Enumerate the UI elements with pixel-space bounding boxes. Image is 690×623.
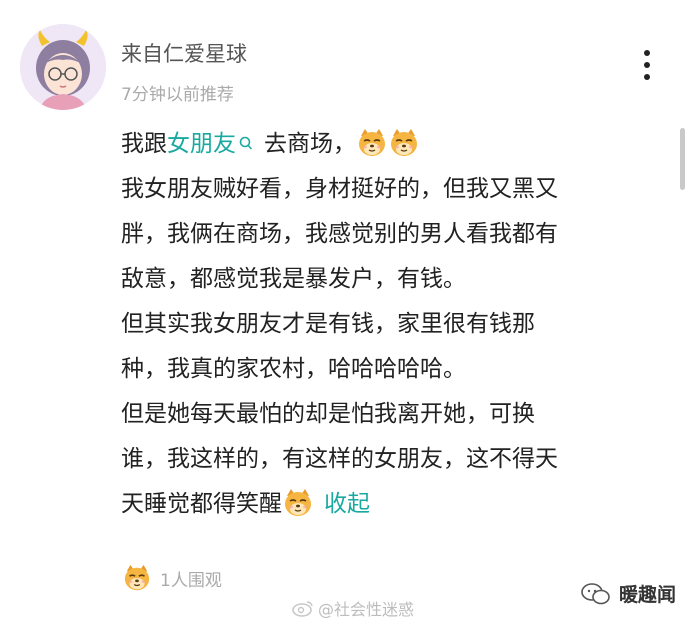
dog-face-emoji-icon — [356, 127, 388, 159]
weibo-watermark: @社会性迷惑 — [292, 596, 414, 620]
post-timestamp: 7分钟以前推荐 — [121, 85, 234, 105]
post-line: 种，我真的家农村，哈哈哈哈哈。 — [121, 347, 641, 392]
avatar[interactable] — [20, 24, 106, 110]
wechat-watermark: 暖趣闻 — [581, 580, 676, 607]
weibo-watermark-text: @社会性迷惑 — [318, 600, 415, 619]
more-options-icon[interactable] — [637, 50, 657, 86]
post-text: 但其实我女朋友才是有钱，家里很有钱那 — [121, 311, 535, 337]
post-text: 种，我真的家农村，哈哈哈哈哈。 — [121, 356, 466, 382]
post-content: 我跟女朋友 去商场， 我女朋友贼好看，身材挺好的，但我又黑又 胖，我俩在商场，我感… — [121, 122, 641, 527]
keyword-link[interactable]: 女朋友 — [167, 131, 236, 157]
post-line: 但是她每天最怕的却是怕我离开她，可换 — [121, 392, 641, 437]
wechat-watermark-text: 暖趣闻 — [619, 584, 677, 606]
dog-face-emoji-icon — [282, 487, 314, 519]
wechat-logo-icon — [581, 582, 610, 604]
post-text: 但是她每天最怕的却是怕我离开她，可换 — [121, 401, 535, 427]
weibo-logo-icon — [292, 601, 313, 617]
search-icon[interactable] — [238, 126, 254, 150]
scrollbar[interactable] — [680, 128, 685, 190]
avatar-girl-icon — [20, 24, 106, 110]
username[interactable]: 来自仁爱星球 — [121, 38, 247, 68]
post-line: 天睡觉都得笑醒 收起 — [121, 482, 641, 527]
post-text: 谁，我这样的，有这样的女朋友，这不得天 — [121, 446, 558, 472]
dog-face-emoji-icon — [122, 563, 152, 593]
post-text: 我女朋友贼好看，身材挺好的，但我又黑又 — [121, 176, 558, 202]
post-line: 我女朋友贼好看，身材挺好的，但我又黑又 — [121, 167, 641, 212]
collapse-button[interactable]: 收起 — [324, 491, 370, 517]
post-text: 我跟 — [121, 131, 167, 157]
dog-face-emoji-icon — [388, 127, 420, 159]
post-line: 我跟女朋友 去商场， — [121, 122, 641, 167]
post-line: 但其实我女朋友才是有钱，家里很有钱那 — [121, 302, 641, 347]
post-line: 谁，我这样的，有这样的女朋友，这不得天 — [121, 437, 641, 482]
post-text: 天睡觉都得笑醒 — [121, 491, 282, 517]
viewers-info: 1人围观 — [122, 562, 222, 594]
post-text: 胖，我俩在商场，我感觉别的男人看我都有 — [121, 221, 558, 247]
post-line: 敌意，都感觉我是暴发户，有钱。 — [121, 257, 641, 302]
viewers-count: 1人围观 — [160, 570, 222, 591]
post-line: 胖，我俩在商场，我感觉别的男人看我都有 — [121, 212, 641, 257]
post-text: 去商场， — [264, 131, 356, 157]
post-text: 敌意，都感觉我是暴发户，有钱。 — [121, 266, 466, 292]
